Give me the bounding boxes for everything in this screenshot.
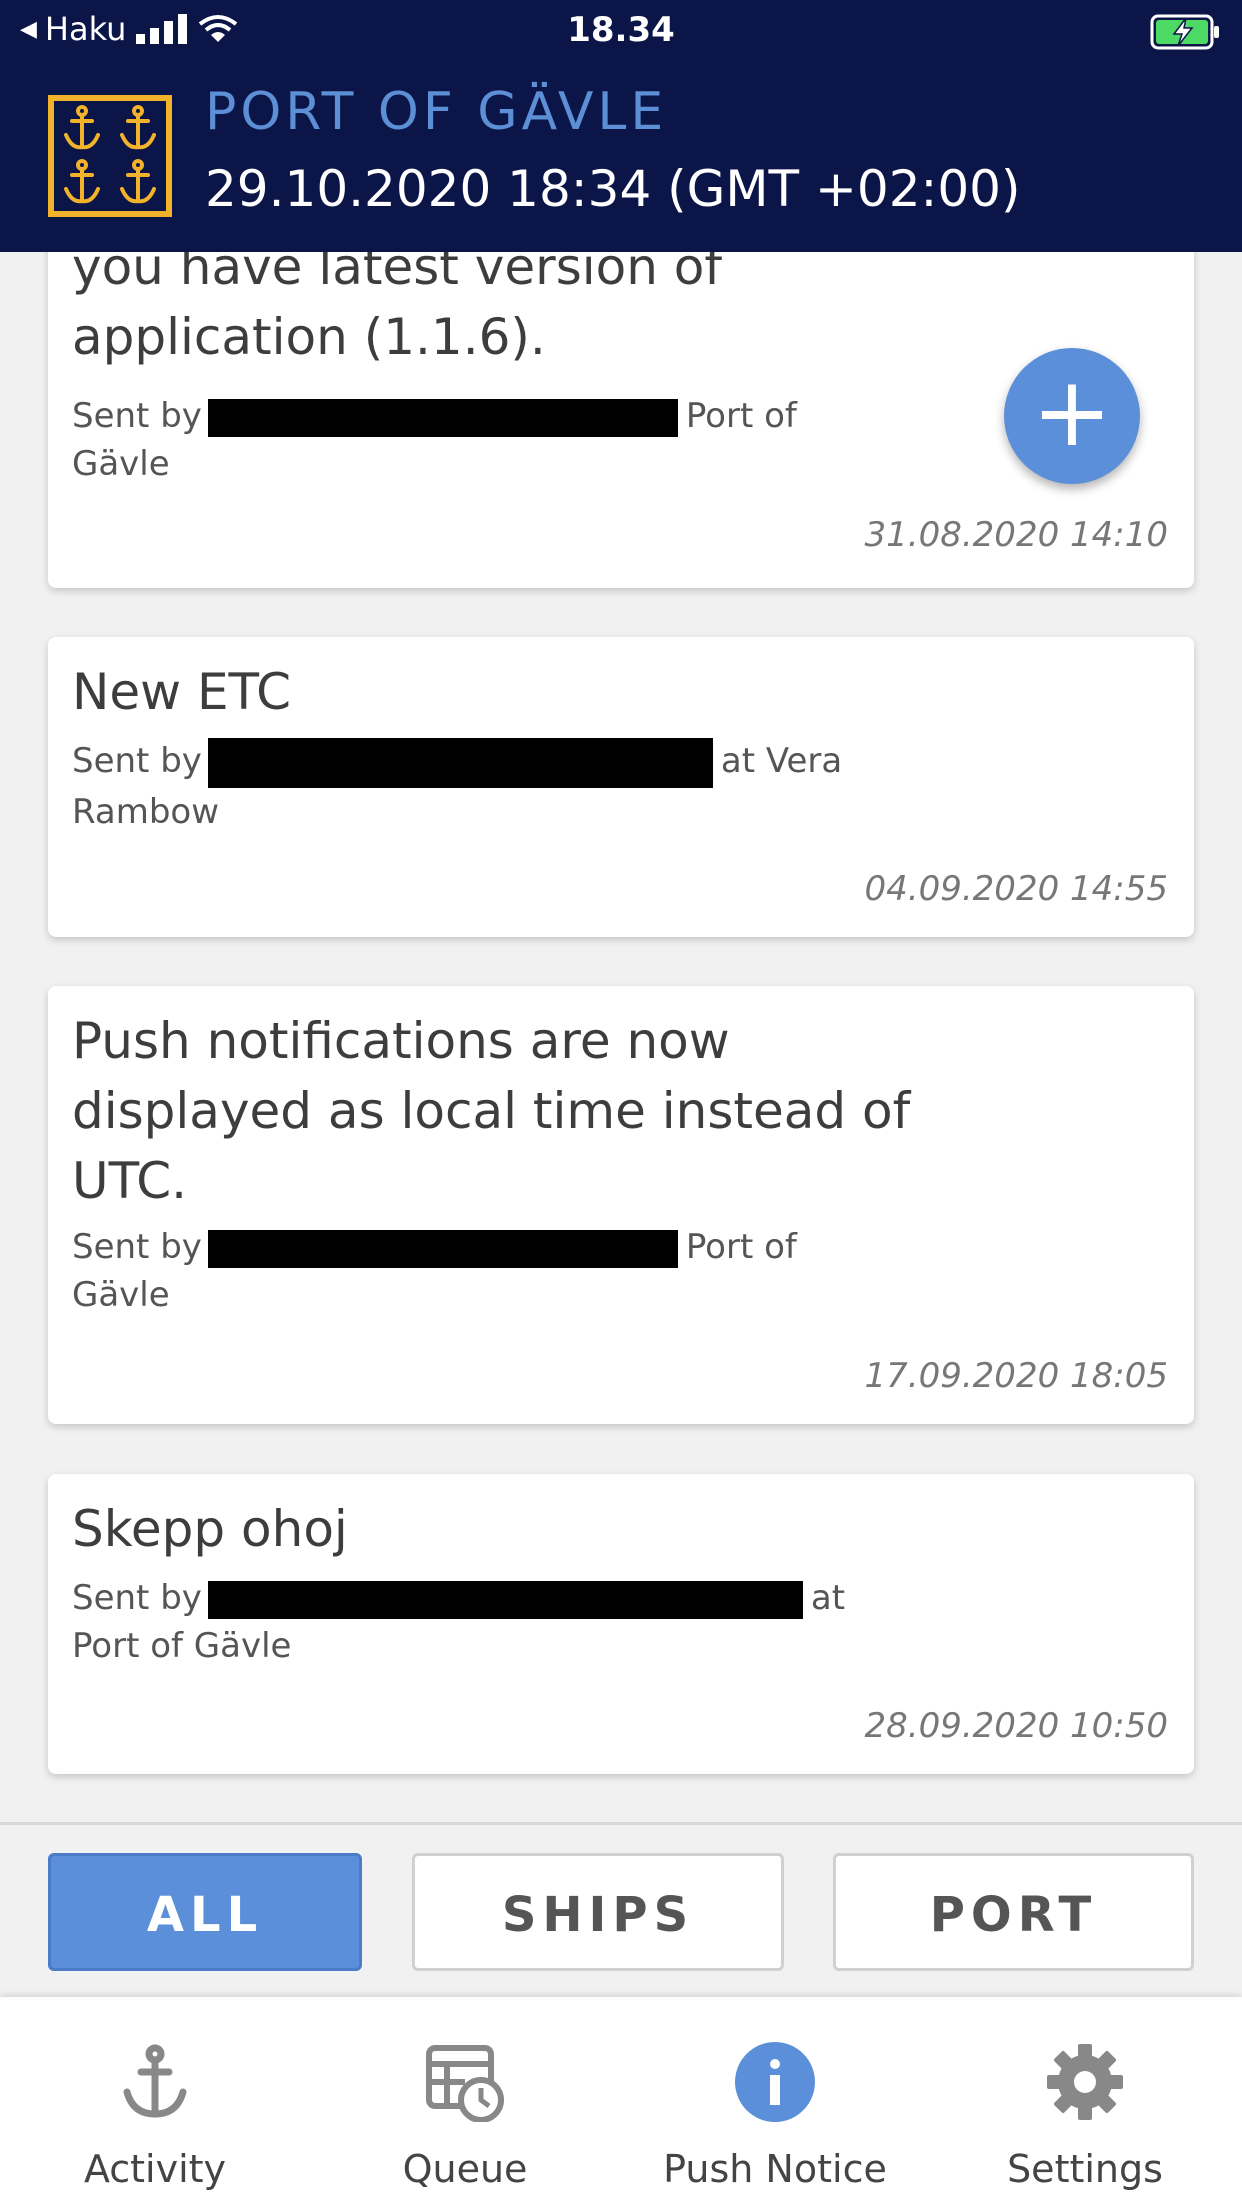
- notice-sender: Sent by at Port of Gävle: [72, 1578, 846, 1666]
- tab-push-notice[interactable]: Push Notice: [620, 1997, 930, 2208]
- notice-sender: Sent by Port of Gävle: [72, 1227, 797, 1315]
- battery-charging-icon: [1150, 14, 1219, 50]
- redacted-name: [207, 398, 678, 437]
- notice-title: you have latest version of application (…: [72, 252, 722, 366]
- app-header: ◀ Haku 18.34 PORT OF GÄVLE 29.10.2020 18…: [0, 0, 1242, 252]
- tab-label: Queue: [402, 2147, 528, 2191]
- status-time: 18.34: [567, 10, 675, 50]
- tab-settings[interactable]: Settings: [930, 1997, 1240, 2208]
- anchor-icon: [123, 2044, 187, 2118]
- notice-card[interactable]: Push notifications are now displayed as …: [48, 986, 1194, 1424]
- redacted-name: [207, 1229, 678, 1268]
- tab-label: Settings: [1007, 2147, 1163, 2191]
- gear-icon: [1047, 2044, 1123, 2120]
- notice-sender: Sent by at Vera Rambow: [72, 737, 872, 836]
- tab-label: Push Notice: [663, 2147, 887, 2191]
- filter-all-button[interactable]: ALL: [48, 1853, 362, 1971]
- add-notice-button[interactable]: +: [1004, 348, 1140, 484]
- port-logo: [48, 95, 172, 217]
- notice-list[interactable]: you have latest version of application (…: [0, 252, 1242, 1822]
- notice-card[interactable]: New ETC Sent by at Vera Rambow 04.09.2020…: [48, 637, 1194, 937]
- filter-port-button[interactable]: PORT: [833, 1853, 1194, 1971]
- port-datetime: 29.10.2020 18:34 (GMT +02:00): [205, 160, 1021, 218]
- notice-date: 17.09.2020 18:05: [864, 1356, 1168, 1396]
- port-name: PORT OF GÄVLE: [205, 82, 668, 142]
- redacted-name: [207, 1580, 803, 1619]
- tab-queue[interactable]: Queue: [310, 1997, 620, 2208]
- filter-ships-button[interactable]: SHIPS: [412, 1853, 784, 1971]
- notice-card[interactable]: Skepp ohoj Sent by at Port of Gävle 28.09…: [48, 1474, 1194, 1774]
- redacted-name: [207, 737, 713, 788]
- notice-title: New ETC: [72, 663, 292, 721]
- notice-date: 04.09.2020 14:55: [864, 869, 1168, 909]
- status-bar: ◀ Haku 18.34: [0, 0, 1242, 62]
- tab-label: Activity: [83, 2147, 227, 2191]
- notice-sender: Sent by Port of Gävle: [72, 396, 797, 484]
- calendar-clock-icon: [426, 2045, 504, 2122]
- tab-activity[interactable]: Activity: [0, 1997, 310, 2208]
- info-icon: [735, 2042, 815, 2122]
- notice-date: 28.09.2020 10:50: [864, 1706, 1168, 1746]
- filter-bar: ALL SHIPS PORT: [0, 1822, 1242, 2000]
- plus-icon: +: [1031, 356, 1113, 468]
- notice-date: 31.08.2020 14:10: [864, 515, 1168, 555]
- notice-title: Skepp ohoj: [72, 1500, 348, 1558]
- bottom-tab-bar: Activity Queue Push Notice Settings: [0, 1997, 1242, 2208]
- notice-title: Push notifications are now displayed as …: [72, 1012, 911, 1210]
